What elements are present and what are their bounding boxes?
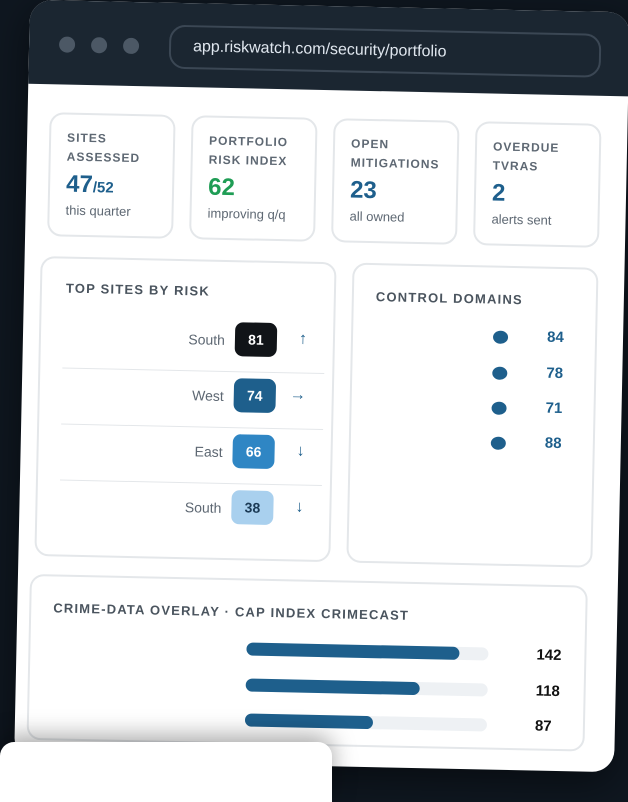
stat-card-sites-assessed: SITES ASSESSED 47/52 this quarter xyxy=(47,112,176,239)
crime-overlay-panel: CRIME-DATA OVERLAY · CAP INDEX CRIMECAST… xyxy=(26,573,588,752)
crime-bar-fill xyxy=(245,678,421,696)
stat-card-open-mitigations: OPEN MITIGATIONS 23 all owned xyxy=(331,118,460,245)
domain-value: 88 xyxy=(544,434,562,453)
crime-bar-fill xyxy=(244,713,374,730)
crime-bar-value: 87 xyxy=(534,717,552,735)
stat-label: OPEN MITIGATIONS xyxy=(350,136,440,172)
crime-bar-fill xyxy=(246,642,460,660)
crime-bar-row[interactable]: 118 xyxy=(245,676,565,703)
top-sites-panel: TOP SITES BY RISK South 81 ↑ West 74 → E… xyxy=(34,256,337,563)
domain-row[interactable]: 84 xyxy=(492,326,564,352)
stat-note: alerts sent xyxy=(491,211,552,228)
domain-value: 78 xyxy=(546,364,564,383)
risk-row[interactable]: West 74 → xyxy=(61,373,324,431)
risk-row[interactable]: East 66 ↓ xyxy=(59,429,323,487)
crime-bar-row[interactable]: 87 xyxy=(244,711,565,738)
stat-value: 2 xyxy=(491,179,506,207)
stat-note: this quarter xyxy=(65,202,131,219)
site-region: West xyxy=(191,387,224,404)
crime-bar-track xyxy=(246,642,489,661)
site-region: East xyxy=(194,443,223,460)
domain-marker xyxy=(491,401,507,415)
domain-marker xyxy=(492,366,508,380)
window-minimize-dot[interactable] xyxy=(90,37,108,54)
trend-down-icon: ↓ xyxy=(295,498,304,516)
stat-value: 62 xyxy=(207,173,236,202)
domain-row[interactable]: 71 xyxy=(491,397,562,423)
crime-bar-track xyxy=(244,713,488,732)
control-domains-title: CONTROL DOMAINS xyxy=(375,289,524,308)
crime-bar-track xyxy=(245,678,488,697)
domain-marker xyxy=(490,436,506,450)
risk-score-badge: 81 xyxy=(234,322,278,358)
window-maximize-dot[interactable] xyxy=(122,37,140,55)
risk-row[interactable]: South 81 ↑ xyxy=(62,317,325,375)
stat-card-risk-index: PORTFOLIO RISK INDEX 62 improving q/q xyxy=(189,115,318,242)
trend-down-icon: ↓ xyxy=(296,442,305,460)
risk-score-badge: 66 xyxy=(232,434,275,470)
site-region: South xyxy=(188,331,226,348)
browser-titlebar: app.riskwatch.com/security/portfolio xyxy=(28,0,628,97)
risk-row[interactable]: South 38 ↓ xyxy=(59,485,322,542)
domain-row[interactable]: 88 xyxy=(490,432,562,458)
stat-card-overdue-tvras: OVERDUE TVRAS 2 alerts sent xyxy=(472,121,602,248)
crime-bar-row[interactable]: 142 xyxy=(246,640,566,667)
browser-window: app.riskwatch.com/security/portfolio SIT… xyxy=(14,0,628,773)
window-close-dot[interactable] xyxy=(58,36,76,53)
risk-score-badge: 74 xyxy=(233,378,277,414)
crime-overlay-title: CRIME-DATA OVERLAY · CAP INDEX CRIMECAST xyxy=(53,600,410,623)
domain-value: 84 xyxy=(546,328,564,347)
crime-bar-value: 142 xyxy=(536,646,562,665)
trend-flat-icon: → xyxy=(289,386,306,404)
crime-bar-value: 118 xyxy=(535,682,561,701)
stat-value: 47/52 xyxy=(65,170,114,199)
stat-note: all owned xyxy=(349,208,405,225)
control-domains-panel: CONTROL DOMAINS 84 78 71 88 xyxy=(346,262,599,568)
domain-value: 71 xyxy=(545,399,563,418)
stat-label: PORTFOLIO RISK INDEX xyxy=(208,133,289,169)
foreground-card xyxy=(0,742,332,802)
url-bar[interactable]: app.riskwatch.com/security/portfolio xyxy=(168,24,602,78)
domain-row[interactable]: 78 xyxy=(492,362,563,388)
stat-label: OVERDUE TVRAS xyxy=(492,139,560,174)
risk-score-badge: 38 xyxy=(231,490,274,526)
stat-note: improving q/q xyxy=(207,205,286,223)
stat-label: SITES ASSESSED xyxy=(66,130,141,166)
site-region: South xyxy=(184,499,222,516)
top-sites-title: TOP SITES BY RISK xyxy=(65,280,211,299)
trend-up-icon: ↑ xyxy=(298,330,308,348)
domain-marker xyxy=(492,330,509,344)
stat-value: 23 xyxy=(349,176,378,205)
